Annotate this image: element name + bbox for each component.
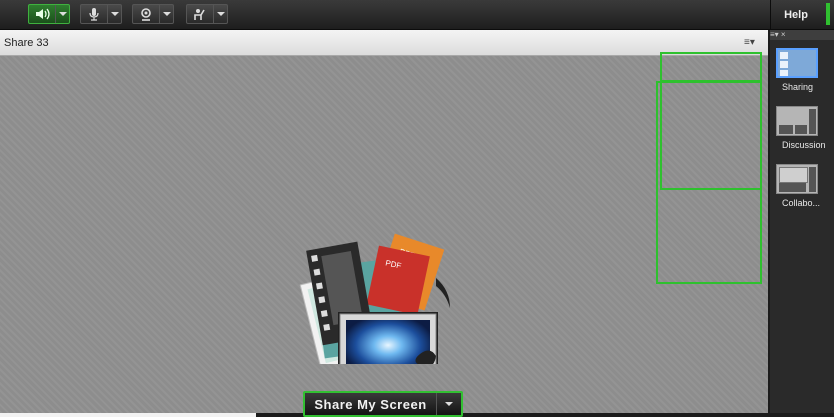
layout-label: Collabo... (782, 198, 821, 208)
pod-outline (660, 52, 762, 82)
pod-title: Share 33 (4, 37, 49, 49)
top-toolbar: Help (0, 0, 834, 30)
pod-header: Share 33 ≡▾ (0, 30, 768, 56)
raise-hand-dropdown[interactable] (213, 5, 227, 23)
webcam-icon (133, 5, 159, 23)
microphone-button[interactable] (80, 4, 122, 24)
status-indicator (826, 3, 830, 25)
chevron-down-icon (162, 12, 171, 16)
help-menu[interactable]: Help (770, 0, 821, 29)
layouts-panel-header[interactable]: ≡▾ × (770, 30, 834, 40)
layout-label: Sharing (782, 82, 814, 92)
share-options-dropdown[interactable] (436, 393, 461, 415)
chevron-down-icon (445, 402, 453, 406)
speaker-icon (29, 5, 55, 23)
share-my-screen-button[interactable]: Share My Screen (303, 391, 463, 417)
share-pod: Share 33 ≡▾ PPT PDF Share My Screen (0, 30, 768, 417)
speaker-dropdown[interactable] (55, 5, 69, 23)
raise-hand-button[interactable] (186, 4, 228, 24)
speaker-button[interactable] (28, 4, 70, 24)
raise-hand-icon (187, 5, 213, 23)
webcam-dropdown[interactable] (159, 5, 173, 23)
microphone-dropdown[interactable] (107, 5, 121, 23)
layout-thumbnail (776, 106, 818, 136)
layout-sharing[interactable]: Sharing (776, 48, 832, 92)
chevron-down-icon (58, 12, 67, 16)
layout-discussion[interactable]: Discussion (776, 106, 832, 150)
share-my-screen-label: Share My Screen (314, 396, 427, 412)
share-media-icon: PPT PDF (299, 233, 450, 364)
chevron-down-icon (216, 12, 225, 16)
layout-thumbnail (776, 48, 818, 78)
layouts-panel: ≡▾ × Sharing Discussion Collabo... (770, 30, 834, 413)
pod-outline (660, 81, 762, 190)
pod-options-menu[interactable]: ≡▾ (744, 37, 755, 48)
layout-collaboration[interactable]: Collabo... (776, 164, 832, 208)
bottom-strip (0, 413, 256, 417)
share-stage: PPT PDF Share My Screen (0, 52, 768, 417)
layout-thumbnail (776, 164, 818, 194)
microphone-icon (81, 5, 107, 23)
chevron-down-icon (110, 12, 119, 16)
webcam-button[interactable] (132, 4, 174, 24)
layout-label: Discussion (782, 140, 826, 150)
